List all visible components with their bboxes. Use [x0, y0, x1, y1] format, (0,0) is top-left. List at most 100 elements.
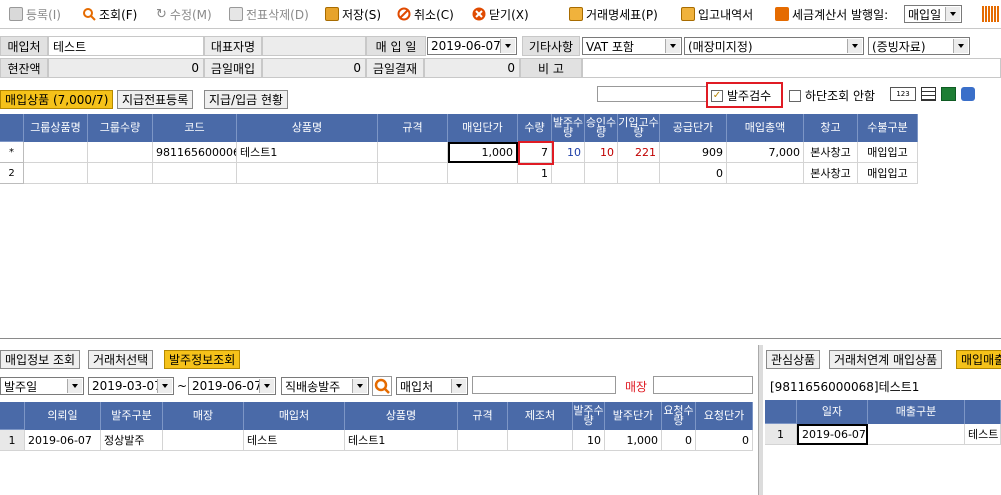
- grid-cell-received-qty[interactable]: 221: [618, 142, 660, 163]
- column-header[interactable]: 코드: [153, 114, 237, 142]
- evidence-select[interactable]: (증빙자료): [868, 37, 970, 55]
- column-header[interactable]: 일자: [797, 400, 868, 424]
- tab-purchase-items[interactable]: 매입상품 (7,000/7): [0, 90, 114, 109]
- right-cell-extra[interactable]: 테스트: [965, 424, 1001, 445]
- receipt-history-button[interactable]: 입고내역서: [681, 4, 753, 24]
- order-cell-spec[interactable]: [458, 430, 508, 451]
- settings-icon[interactable]: [961, 87, 975, 101]
- grid-cell-approved-qty[interactable]: [585, 163, 618, 184]
- grid-cell-order-qty[interactable]: 10: [552, 142, 585, 163]
- column-header[interactable]: 공급단가: [660, 114, 727, 142]
- grid-cell-received-qty[interactable]: [618, 163, 660, 184]
- tax-invoice-date-select[interactable]: 매입일: [904, 5, 962, 23]
- column-header[interactable]: 발주수량: [573, 402, 605, 430]
- order-cell-req-qty[interactable]: 0: [662, 430, 696, 451]
- cancel-button[interactable]: 취소(C): [397, 4, 454, 24]
- delivery-select[interactable]: 직배송발주: [281, 377, 369, 395]
- column-header[interactable]: 창고: [804, 114, 858, 142]
- grid-cell-group-qty[interactable]: [88, 142, 153, 163]
- order-cell-kind[interactable]: 정상발주: [101, 430, 163, 451]
- column-header[interactable]: 규격: [458, 402, 508, 430]
- grid-cell-unit-price[interactable]: 1,000: [448, 142, 518, 163]
- party-type-select[interactable]: 매입처: [396, 377, 468, 395]
- grid-cell-total[interactable]: 7,000: [727, 142, 804, 163]
- grid-cell-name[interactable]: 테스트1: [237, 142, 378, 163]
- column-header[interactable]: 의뢰일: [25, 402, 101, 430]
- grid-cell-spec[interactable]: [378, 163, 448, 184]
- column-header[interactable]: 발주수량: [552, 114, 585, 142]
- tab-purchase-info[interactable]: 매입정보 조회: [0, 350, 81, 369]
- grid-cell-spec[interactable]: [378, 142, 448, 163]
- column-header[interactable]: 기입고수량: [618, 114, 660, 142]
- column-header[interactable]: 매장: [163, 402, 244, 430]
- grid-cell-group-name[interactable]: [24, 163, 88, 184]
- tab-payment-status[interactable]: 지급/입금 현황: [204, 90, 289, 109]
- column-header[interactable]: 매출구분: [868, 400, 965, 424]
- grid-cell-group-qty[interactable]: [88, 163, 153, 184]
- from-date-picker[interactable]: 2019-03-07: [88, 377, 174, 395]
- grid-cell-order-qty[interactable]: [552, 163, 585, 184]
- grid-cell-type[interactable]: 매입입고: [858, 163, 918, 184]
- vat-select[interactable]: VAT 포함: [582, 37, 682, 55]
- note-field[interactable]: [582, 58, 1001, 78]
- column-header[interactable]: 매입처: [244, 402, 345, 430]
- delete-slip-button[interactable]: 전표삭제(D): [229, 4, 309, 24]
- column-header[interactable]: 규격: [378, 114, 448, 142]
- column-header[interactable]: 그룹상품명: [24, 114, 88, 142]
- search-orders-button[interactable]: [372, 376, 392, 396]
- grid-cell-total[interactable]: [727, 163, 804, 184]
- order-cell-supplier[interactable]: 테스트: [244, 430, 345, 451]
- number-format-icon[interactable]: 123: [890, 87, 916, 101]
- vertical-splitter[interactable]: [758, 345, 763, 495]
- store-select[interactable]: (매장미지정): [684, 37, 864, 55]
- grid-cell-approved-qty[interactable]: 10: [585, 142, 618, 163]
- tab-supplier-select[interactable]: 거래처선택: [88, 350, 154, 369]
- column-header[interactable]: 발주단가: [605, 402, 662, 430]
- grid-cell-warehouse[interactable]: 본사창고: [804, 163, 858, 184]
- to-date-picker[interactable]: 2019-06-07: [188, 377, 276, 395]
- grid-cell-supply-price[interactable]: 909: [660, 142, 727, 163]
- grid-cell-name[interactable]: [237, 163, 378, 184]
- column-header[interactable]: 그룹수량: [88, 114, 153, 142]
- splitter[interactable]: [0, 338, 1001, 339]
- grid-cell-type[interactable]: 매입입고: [858, 142, 918, 163]
- grid-cell-code[interactable]: [153, 163, 237, 184]
- statement-button[interactable]: 거래명세표(P): [569, 4, 658, 24]
- save-button[interactable]: 저장(S): [325, 4, 381, 24]
- tab-linked-products[interactable]: 거래처연계 매입상품: [829, 350, 943, 369]
- order-cell-price[interactable]: 1,000: [605, 430, 662, 451]
- column-header[interactable]: 수불구분: [858, 114, 918, 142]
- column-header[interactable]: 수량: [518, 114, 552, 142]
- quick-search-input[interactable]: [597, 86, 707, 102]
- right-cell-no[interactable]: 1: [765, 424, 797, 445]
- column-header[interactable]: 매입단가: [448, 114, 518, 142]
- column-header[interactable]: 제조처: [508, 402, 573, 430]
- register-button[interactable]: 등록(I): [9, 4, 61, 24]
- column-header[interactable]: 요청수량: [662, 402, 696, 430]
- grid-cell-supply-price[interactable]: 0: [660, 163, 727, 184]
- party-input[interactable]: [472, 376, 616, 394]
- order-cell-product[interactable]: 테스트1: [345, 430, 458, 451]
- tab-order-info[interactable]: 발주정보조회: [164, 350, 241, 369]
- column-header[interactable]: 승인수량: [585, 114, 618, 142]
- grid-cell-code[interactable]: 9811656000068: [153, 142, 237, 163]
- supplier-field[interactable]: 테스트: [48, 36, 204, 56]
- barcode-icon[interactable]: [982, 6, 1000, 22]
- order-cell-req-price[interactable]: 0: [696, 430, 753, 451]
- order-cell-date[interactable]: 2019-06-07: [25, 430, 101, 451]
- grid-cell-unit-price[interactable]: [448, 163, 518, 184]
- tab-interest-products[interactable]: 관심상품: [766, 350, 821, 369]
- edit-button[interactable]: ↻ 수정(M): [156, 4, 212, 24]
- grid-cell-qty[interactable]: 1: [518, 163, 552, 184]
- tab-purchase-sales[interactable]: 매입매출: [956, 350, 1001, 369]
- right-cell-date[interactable]: 2019-06-07: [797, 424, 868, 445]
- order-cell-no[interactable]: 1: [0, 430, 25, 451]
- date-type-select[interactable]: 발주일: [0, 377, 84, 395]
- store-filter-input[interactable]: [653, 376, 753, 394]
- column-header[interactable]: 요청단가: [696, 402, 753, 430]
- tab-payment-register[interactable]: 지급전표등록: [117, 90, 194, 109]
- purchase-date-picker[interactable]: 2019-06-07: [427, 37, 517, 55]
- column-header[interactable]: 발주구분: [101, 402, 163, 430]
- excel-icon[interactable]: [941, 87, 956, 101]
- close-button[interactable]: 닫기(X): [472, 4, 529, 24]
